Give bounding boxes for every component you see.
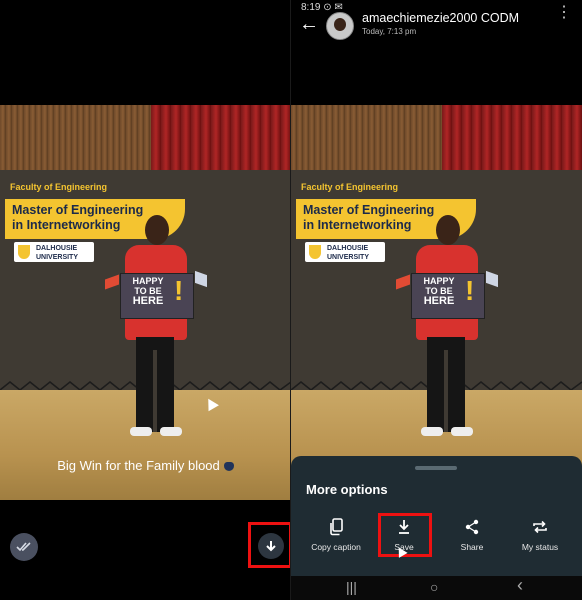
arrow-left-icon[interactable]: ← bbox=[299, 14, 319, 34]
more-vert-icon[interactable]: ⋮ bbox=[556, 2, 572, 22]
status-caption: Big Win for the Family blood bbox=[0, 458, 291, 473]
share-icon bbox=[465, 519, 479, 535]
status-time: Today, 7:13 pm bbox=[362, 27, 417, 36]
share-option[interactable]: Share bbox=[437, 516, 507, 552]
android-nav-bar: ||| ○ ‹ bbox=[291, 576, 582, 600]
highlight-box bbox=[248, 522, 291, 568]
status-header: ← amaechiemezie2000 CODM Today, 7:13 pm … bbox=[291, 4, 582, 44]
university-logo: DALHOUSIE UNIVERSITY bbox=[14, 242, 94, 262]
copy-icon bbox=[330, 518, 343, 536]
avatar[interactable] bbox=[326, 12, 354, 40]
status-viewer-left: Faculty of Engineering Master of Enginee… bbox=[0, 0, 291, 600]
red-curtain bbox=[442, 105, 582, 170]
sheet-title: More options bbox=[306, 482, 388, 497]
crest-icon bbox=[18, 245, 30, 259]
crest-icon bbox=[309, 245, 321, 259]
seen-indicator[interactable] bbox=[10, 533, 38, 561]
back-icon[interactable]: ‹ bbox=[517, 576, 523, 594]
sign-text: HAPPY TO BE HERE bbox=[132, 276, 164, 307]
status-photo[interactable]: Faculty of Engineering Master of Enginee… bbox=[291, 105, 582, 500]
more-options-sheet: More options Copy caption Save Share My … bbox=[291, 456, 582, 576]
home-icon[interactable]: ○ bbox=[430, 580, 438, 594]
shoe bbox=[130, 427, 152, 436]
blue-heart-icon bbox=[223, 462, 234, 472]
red-curtain bbox=[151, 105, 291, 170]
double-check-icon bbox=[16, 542, 31, 552]
recent-apps-icon[interactable]: ||| bbox=[346, 580, 357, 594]
sign-exclamation: ! bbox=[174, 275, 184, 306]
status-photo[interactable]: Faculty of Engineering Master of Enginee… bbox=[0, 105, 291, 500]
sign-text: HAPPY TO BE HERE bbox=[423, 276, 455, 307]
repost-icon bbox=[533, 520, 547, 534]
sheet-drag-handle[interactable] bbox=[415, 466, 457, 470]
shoe bbox=[421, 427, 443, 436]
copy-caption-option[interactable]: Copy caption bbox=[301, 516, 371, 552]
shoe bbox=[160, 427, 182, 436]
faculty-label: Faculty of Engineering bbox=[10, 182, 108, 192]
contact-name: amaechiemezie2000 CODM bbox=[362, 11, 520, 25]
faculty-label: Faculty of Engineering bbox=[301, 182, 399, 192]
my-status-option[interactable]: My status bbox=[505, 516, 575, 552]
shoe bbox=[451, 427, 473, 436]
person-head bbox=[145, 215, 169, 245]
sign-exclamation: ! bbox=[465, 275, 475, 306]
person-head bbox=[436, 215, 460, 245]
university-logo: DALHOUSIE UNIVERSITY bbox=[305, 242, 385, 262]
